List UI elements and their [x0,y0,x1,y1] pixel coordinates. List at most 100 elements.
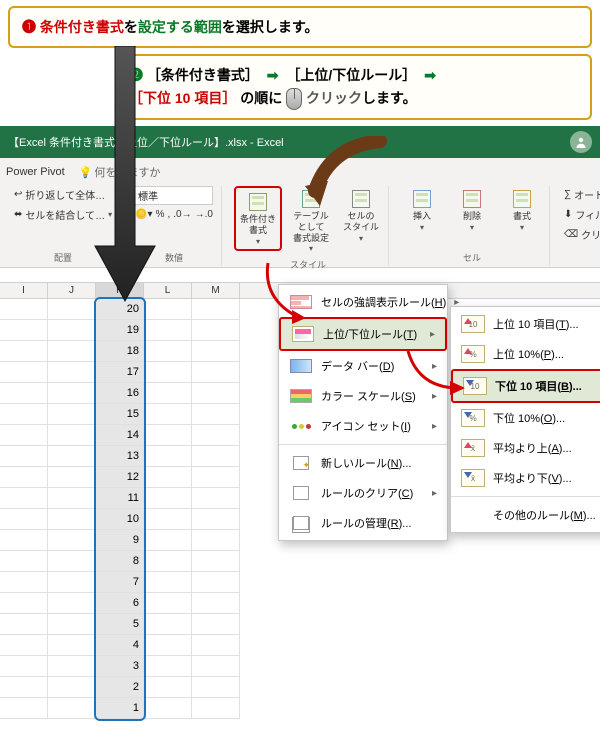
conditional-formatting-button[interactable]: 条件付き 書式▾ [237,189,279,248]
cell[interactable] [144,299,192,320]
cell[interactable] [48,320,96,341]
menu-highlight-cells-rules[interactable]: セルの強調表示ルール(H) ▸ [279,287,447,317]
submenu-bottom-10-items[interactable]: 10 下位 10 項目(B)... [451,369,600,403]
cell[interactable] [144,572,192,593]
cell[interactable] [192,404,240,425]
cell[interactable]: 15 [96,404,144,425]
menu-data-bars[interactable]: データ バー(D) ▸ [279,351,447,381]
cell[interactable] [0,698,48,719]
cell[interactable] [0,425,48,446]
cell[interactable] [144,320,192,341]
cell[interactable] [48,299,96,320]
cell[interactable] [48,635,96,656]
cell[interactable] [192,362,240,383]
cell[interactable] [144,383,192,404]
cell[interactable] [0,404,48,425]
cell-styles-button[interactable]: セルの スタイル▾ [340,186,382,245]
cell[interactable] [0,509,48,530]
cell[interactable] [0,383,48,404]
cell[interactable] [192,467,240,488]
cell[interactable]: 5 [96,614,144,635]
cell[interactable] [192,425,240,446]
cell[interactable] [192,488,240,509]
format-cells-button[interactable]: 書式▾ [501,186,543,234]
cell[interactable]: 4 [96,635,144,656]
cell[interactable] [0,635,48,656]
cell[interactable] [144,467,192,488]
comma-icon[interactable]: , [168,209,171,220]
menu-color-scales[interactable]: カラー スケール(S) ▸ [279,381,447,411]
cell[interactable] [48,677,96,698]
cell[interactable] [0,656,48,677]
cell[interactable] [192,614,240,635]
cell[interactable] [0,341,48,362]
clear-button[interactable]: ⌫クリア [562,226,600,243]
submenu-above-average[interactable]: x̄ 平均より上(A)... [451,433,600,463]
cell[interactable] [0,530,48,551]
cell[interactable] [144,635,192,656]
cell[interactable] [48,446,96,467]
cell[interactable] [144,530,192,551]
cell[interactable] [192,593,240,614]
cell[interactable] [192,698,240,719]
cell[interactable]: 19 [96,320,144,341]
cell[interactable] [0,677,48,698]
cell[interactable]: 1 [96,698,144,719]
cell[interactable]: 8 [96,551,144,572]
menu-clear-rules[interactable]: ルールのクリア(C) ▸ [279,478,447,508]
accounting-icon[interactable]: 🪙▾ [135,209,152,220]
menu-manage-rules[interactable]: ルールの管理(R)... [279,508,447,538]
cell[interactable] [144,446,192,467]
cell[interactable]: 14 [96,425,144,446]
cell[interactable] [192,530,240,551]
col-header-L[interactable]: L [144,283,192,298]
cell[interactable] [0,362,48,383]
cell[interactable] [48,383,96,404]
cell[interactable] [144,362,192,383]
format-as-table-button[interactable]: テーブルとして 書式設定▾ [290,186,332,256]
cell[interactable] [192,572,240,593]
autosum-button[interactable]: ∑オート SU [562,186,600,203]
menu-top-bottom-rules[interactable]: ↑ 上位/下位ルール(T) ▸ [279,317,447,351]
cell[interactable] [48,425,96,446]
menu-icon-sets[interactable]: アイコン セット(I) ▸ [279,411,447,441]
wrap-text-button[interactable]: ↩折り返して全体… [12,186,107,203]
cell[interactable] [192,446,240,467]
col-header-J[interactable]: J [48,283,96,298]
cell[interactable] [144,404,192,425]
cell[interactable] [192,677,240,698]
account-icon[interactable] [570,131,592,153]
cell[interactable]: 16 [96,383,144,404]
cell[interactable]: 10 [96,509,144,530]
cell[interactable]: 18 [96,341,144,362]
tell-me-search[interactable]: 💡何をしますか [79,164,161,180]
cell[interactable] [0,593,48,614]
cell[interactable] [0,446,48,467]
cell[interactable] [48,551,96,572]
cell[interactable]: 11 [96,488,144,509]
submenu-top-10-items[interactable]: 10 上位 10 項目(T)... [451,309,600,339]
cell[interactable]: 2 [96,677,144,698]
cell[interactable] [192,551,240,572]
cell[interactable]: 12 [96,467,144,488]
cell[interactable] [0,467,48,488]
cell[interactable] [144,614,192,635]
cell[interactable] [48,572,96,593]
cell[interactable]: 7 [96,572,144,593]
percent-icon[interactable]: % [156,209,165,220]
col-header-K[interactable]: K [96,283,144,298]
cell[interactable]: 9 [96,530,144,551]
cell[interactable] [0,320,48,341]
cell[interactable]: 20 [96,299,144,320]
tab-power-pivot[interactable]: Power Pivot [6,166,65,178]
cell[interactable] [192,635,240,656]
cell[interactable]: 13 [96,446,144,467]
cell[interactable] [144,509,192,530]
cell[interactable] [0,614,48,635]
menu-new-rule[interactable]: 新しいルール(N)... [279,448,447,478]
submenu-below-average[interactable]: x̄ 平均より下(V)... [451,463,600,493]
merge-center-button[interactable]: ⬌セルを結合して…▾ [12,206,114,223]
cell[interactable] [144,551,192,572]
cell[interactable] [48,404,96,425]
cell[interactable] [0,572,48,593]
